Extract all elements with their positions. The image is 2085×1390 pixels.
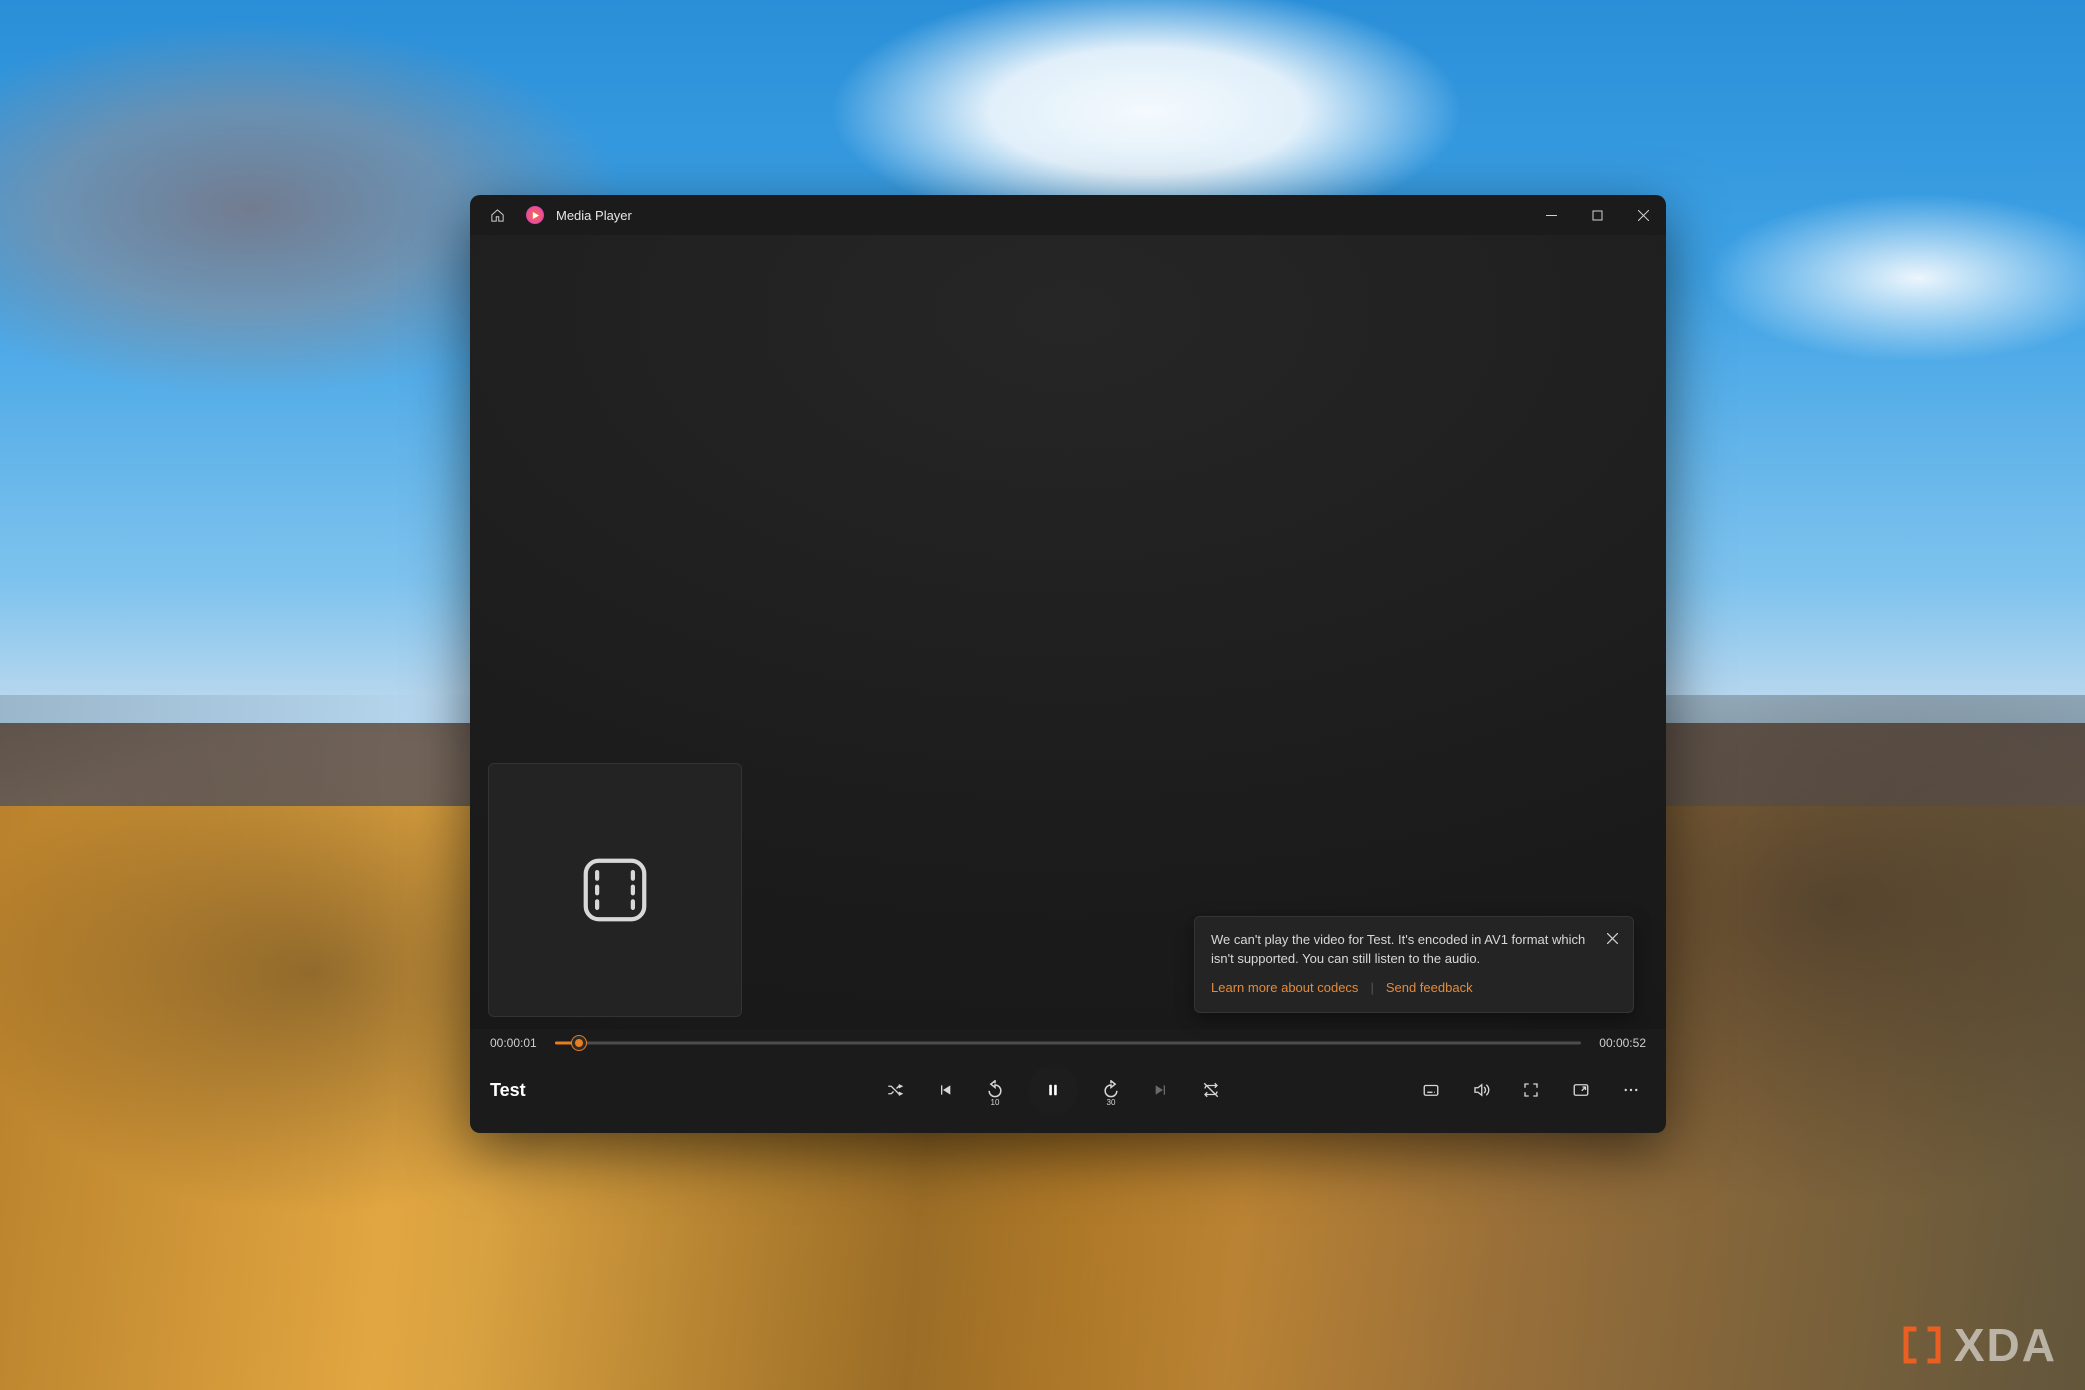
skip-forward-label: 30: [1107, 1098, 1116, 1107]
shuffle-button[interactable]: [880, 1075, 910, 1105]
fullscreen-button[interactable]: [1516, 1075, 1546, 1105]
codec-error-toast: We can't play the video for Test. It's e…: [1194, 916, 1634, 1013]
send-feedback-link[interactable]: Send feedback: [1386, 979, 1473, 998]
transport-controls: 10 30: [690, 1067, 1416, 1113]
skip-forward-button[interactable]: 30: [1096, 1075, 1126, 1105]
window-controls: [1528, 195, 1666, 235]
media-player-window: Media Player: [470, 195, 1666, 1133]
more-options-button[interactable]: [1616, 1075, 1646, 1105]
fullscreen-icon: [1522, 1081, 1540, 1099]
pause-icon: [1044, 1081, 1062, 1099]
maximize-button[interactable]: [1574, 195, 1620, 235]
volume-button[interactable]: [1466, 1075, 1496, 1105]
track-title: Test: [490, 1080, 690, 1101]
close-button[interactable]: [1620, 195, 1666, 235]
shuffle-icon: [886, 1081, 904, 1099]
repeat-button[interactable]: [1196, 1075, 1226, 1105]
subtitles-icon: [1422, 1081, 1440, 1099]
skip-next-icon: [1153, 1082, 1169, 1098]
skip-back-label: 10: [991, 1098, 1000, 1107]
play-pause-button[interactable]: [1030, 1067, 1076, 1113]
xda-watermark: XDA: [1900, 1318, 2057, 1372]
close-icon: [1607, 933, 1618, 944]
more-icon: [1622, 1081, 1640, 1099]
next-button[interactable]: [1146, 1075, 1176, 1105]
skip-back-icon: [985, 1080, 1005, 1100]
learn-more-link[interactable]: Learn more about codecs: [1211, 979, 1358, 998]
film-icon: [576, 851, 654, 929]
titlebar[interactable]: Media Player: [470, 195, 1666, 235]
seek-bar[interactable]: [555, 1033, 1582, 1053]
skip-forward-icon: [1101, 1080, 1121, 1100]
repeat-off-icon: [1202, 1081, 1220, 1099]
elapsed-time: 00:00:01: [490, 1036, 537, 1050]
minimize-button[interactable]: [1528, 195, 1574, 235]
skip-previous-icon: [937, 1082, 953, 1098]
volume-icon: [1472, 1081, 1490, 1099]
total-duration: 00:00:52: [1599, 1036, 1646, 1050]
secondary-controls: [1416, 1075, 1646, 1105]
skip-back-button[interactable]: 10: [980, 1075, 1010, 1105]
link-separator: |: [1370, 979, 1373, 998]
media-thumbnail: [488, 763, 742, 1017]
control-bar: Test 10: [470, 1053, 1666, 1133]
home-button[interactable]: [480, 200, 514, 230]
desktop-wallpaper: Media Player: [0, 0, 2085, 1390]
toast-close-button[interactable]: [1601, 927, 1623, 949]
previous-button[interactable]: [930, 1075, 960, 1105]
video-stage[interactable]: We can't play the video for Test. It's e…: [470, 235, 1666, 1029]
subtitles-button[interactable]: [1416, 1075, 1446, 1105]
app-icon: [526, 206, 544, 224]
mini-player-button[interactable]: [1566, 1075, 1596, 1105]
mini-player-icon: [1572, 1081, 1590, 1099]
watermark-text: XDA: [1954, 1318, 2057, 1372]
app-title: Media Player: [556, 208, 632, 223]
watermark-bracket-icon: [1900, 1323, 1944, 1367]
toast-message: We can't play the video for Test. It's e…: [1211, 931, 1593, 969]
seek-row: 00:00:01 00:00:52: [470, 1029, 1666, 1053]
